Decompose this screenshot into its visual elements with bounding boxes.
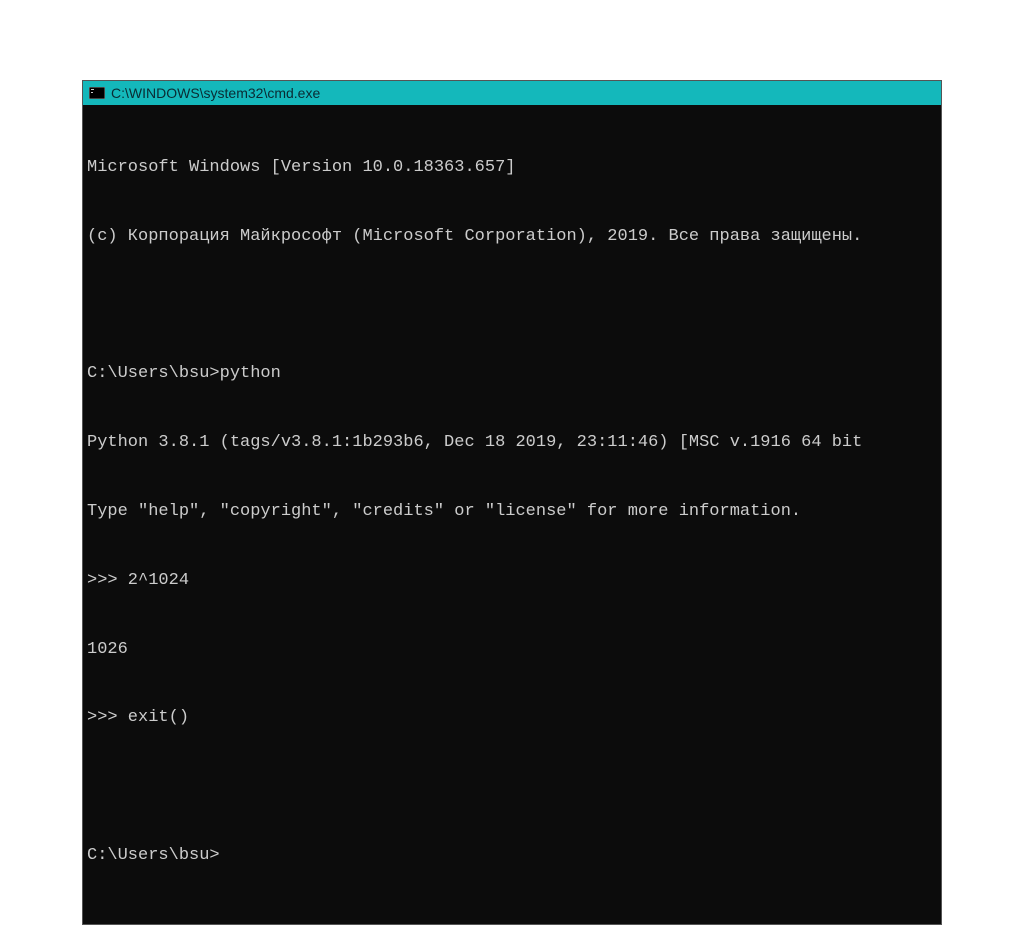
terminal-line xyxy=(87,776,937,799)
title-bar[interactable]: C:\WINDOWS\system32\cmd.exe xyxy=(83,81,941,105)
terminal-body[interactable]: Microsoft Windows [Version 10.0.18363.65… xyxy=(83,105,941,924)
terminal-line: >>> exit() xyxy=(87,707,937,730)
terminal-line: C:\Users\bsu> xyxy=(87,845,937,868)
terminal-line: Microsoft Windows [Version 10.0.18363.65… xyxy=(87,157,937,180)
terminal-line: Python 3.8.1 (tags/v3.8.1:1b293b6, Dec 1… xyxy=(87,432,937,455)
terminal-line: Type "help", "copyright", "credits" or "… xyxy=(87,501,937,524)
terminal-line: C:\Users\bsu>python xyxy=(87,363,937,386)
terminal-line: 1026 xyxy=(87,639,937,662)
terminal-line: >>> 2^1024 xyxy=(87,570,937,593)
window-title: C:\WINDOWS\system32\cmd.exe xyxy=(111,85,320,101)
cmd-icon xyxy=(89,86,105,100)
terminal-line: (c) Корпорация Майкрософт (Microsoft Cor… xyxy=(87,226,937,249)
cmd-window: C:\WINDOWS\system32\cmd.exe Microsoft Wi… xyxy=(82,80,942,925)
terminal-line xyxy=(87,295,937,318)
